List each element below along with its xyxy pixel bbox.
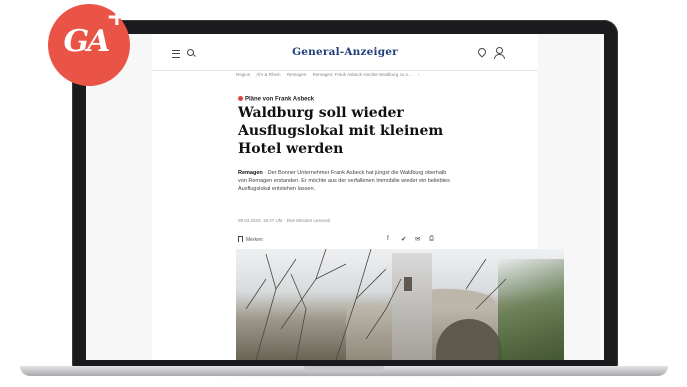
breadcrumb: Region Ahr & Rhein Remagen Remagen: Fran… — [236, 72, 425, 77]
print-icon[interactable]: ⎙ — [429, 235, 434, 243]
lead-place: Remagen — [238, 170, 263, 176]
email-icon[interactable]: ✉ — [415, 235, 420, 243]
bookmark-button[interactable]: Merken — [238, 236, 263, 243]
ga-plus-logo: GA + — [48, 2, 130, 86]
breadcrumb-item-ahr-rhein[interactable]: Ahr & Rhein — [256, 72, 280, 77]
breadcrumb-item-region[interactable]: Region — [236, 72, 250, 77]
article-page: General-Anzeiger Region Ahr & Rhein Rema… — [152, 34, 564, 360]
share-bar: f ✔ ✉ ⎙ — [387, 235, 467, 243]
logo-plus-icon: + — [106, 2, 128, 32]
site-header: General-Anzeiger — [152, 34, 538, 71]
breadcrumb-item-current: Remagen: Frank Asbeck möchte Waldburg zu… — [312, 72, 412, 77]
kicker-text: Pläne von Frank Asbeck — [245, 96, 315, 103]
bookmark-label: Merken — [246, 237, 263, 243]
bookmark-icon — [238, 236, 243, 242]
article-meta: 09.03.2023, 18:47 Uhr · Drei Minuten Les… — [238, 218, 331, 223]
breadcrumb-item-remagen[interactable]: Remagen — [287, 72, 307, 77]
article-lead: Remagen · Der Bonner Unternehmer Frank A… — [238, 169, 456, 193]
laptop-screen: General-Anzeiger Region Ahr & Rhein Rema… — [86, 34, 604, 360]
plus-badge-icon — [238, 96, 243, 101]
lead-text: · Der Bonner Unternehmer Frank Asbeck ha… — [238, 170, 450, 192]
facebook-icon[interactable]: f — [387, 235, 389, 242]
laptop-notch — [304, 366, 384, 370]
article-headline: Waldburg soll wieder Ausflugslokal mit k… — [238, 105, 444, 157]
article-photo[interactable] — [236, 249, 564, 360]
twitter-icon[interactable]: ✔ — [401, 235, 406, 243]
user-icon[interactable] — [494, 47, 505, 59]
breadcrumb-chevron-icon[interactable]: › — [418, 72, 420, 77]
article-kicker: Pläne von Frank Asbeck — [238, 96, 314, 103]
tree-branches — [245, 249, 507, 360]
